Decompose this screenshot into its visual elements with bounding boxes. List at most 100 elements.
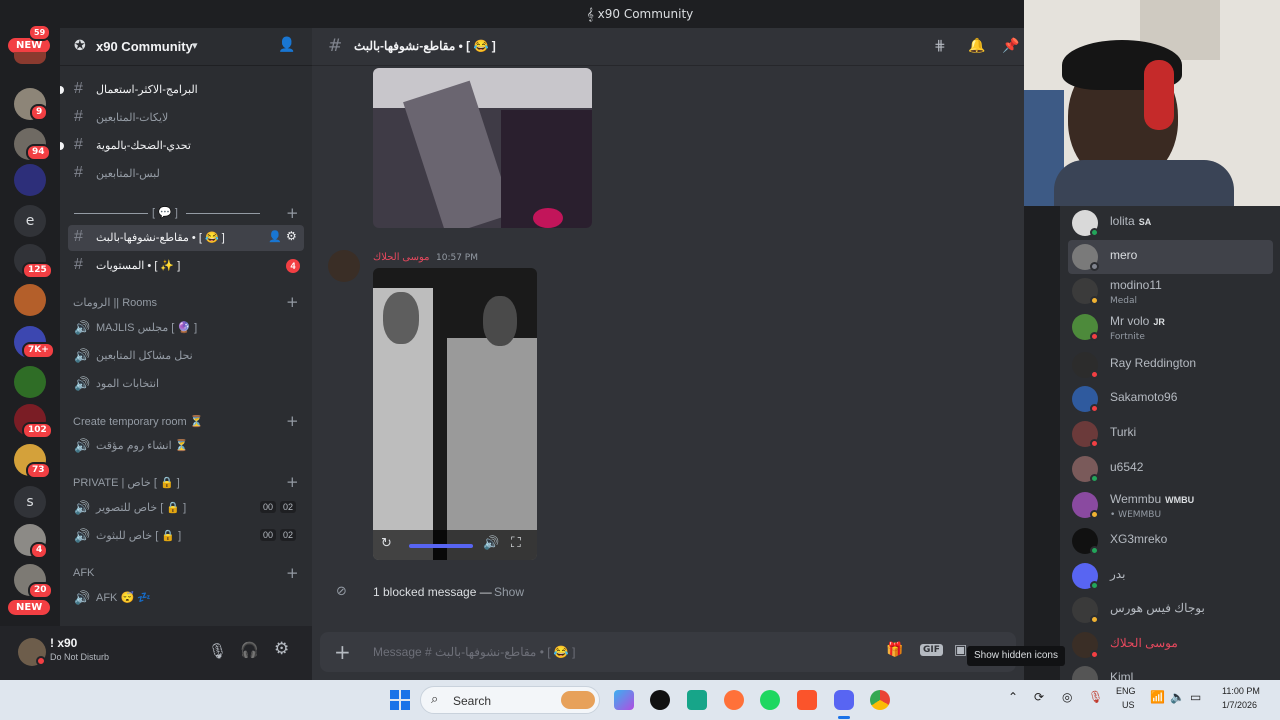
brave-icon[interactable]: [797, 690, 817, 710]
message-avatar[interactable]: [328, 250, 360, 282]
fullscreen-icon[interactable]: ⛶: [511, 535, 521, 551]
battery-icon[interactable]: ▭: [1190, 690, 1201, 704]
tray-icon[interactable]: ⟳: [1034, 690, 1044, 704]
discord-icon[interactable]: [834, 690, 854, 710]
member-item[interactable]: Wemmbu WMBU • WEMMBU: [1068, 488, 1273, 522]
voice-channel[interactable]: 🔊 AFK 😴 💤: [68, 585, 304, 611]
member-item[interactable]: mero: [1068, 240, 1273, 274]
server-icon[interactable]: [14, 284, 46, 316]
app-icon[interactable]: [687, 690, 707, 710]
gear-icon[interactable]: ⚙: [286, 229, 297, 243]
clock-time[interactable]: 11:00 PM: [1222, 686, 1260, 696]
invite-icon[interactable]: 👤: [268, 230, 282, 243]
windows-start-icon[interactable]: [390, 690, 410, 710]
channel-item[interactable]: # المستويات • [ ✨ ] 4: [68, 253, 304, 279]
user-limit: 02: [280, 529, 297, 541]
voice-channel[interactable]: 🔊 خاص للتصوير [ 🔒 ] 00 02: [68, 495, 304, 521]
gift-icon[interactable]: 🎁: [886, 642, 903, 658]
gif-icon[interactable]: GIF: [920, 644, 943, 656]
voice-channel[interactable]: 🔊 انتخابات المود: [68, 371, 304, 397]
microphone-icon[interactable]: 🎙: [1088, 690, 1103, 704]
channel-item[interactable]: # لبس-المتابعين: [68, 161, 304, 187]
server-icon[interactable]: [14, 366, 46, 398]
member-item[interactable]: بدر: [1068, 559, 1273, 593]
channel-label: خاص للبثوث [ 🔒 ]: [96, 530, 182, 542]
add-channel-icon[interactable]: +: [286, 473, 299, 491]
progress-bar[interactable]: [409, 544, 473, 548]
taskbar-search[interactable]: ⌕ Search: [420, 686, 600, 714]
guild-name: x90 Community: [96, 39, 193, 54]
member-item[interactable]: lolita SA: [1068, 206, 1273, 240]
threads-icon[interactable]: ⋕: [934, 38, 946, 54]
member-item[interactable]: Turki: [1068, 417, 1273, 451]
guild-header[interactable]: ✪ x90 Community ▾ 👤: [60, 28, 312, 66]
channel-item[interactable]: # تحدي-الضحك-بالموية: [68, 133, 304, 159]
microphone-icon[interactable]: 🎙: [208, 642, 227, 660]
pin-icon[interactable]: 📌: [1002, 38, 1019, 54]
add-channel-icon[interactable]: +: [286, 204, 299, 222]
server-icon[interactable]: [14, 52, 46, 64]
gear-icon[interactable]: ⚙: [274, 639, 289, 659]
member-item[interactable]: Sakamoto96: [1068, 382, 1273, 416]
voice-channel[interactable]: 🔊 نحل مشاكل المتابعين: [68, 343, 304, 369]
category-header[interactable]: الرومات || Rooms: [73, 296, 157, 309]
voice-channel[interactable]: 🔊 خاص للبثوث [ 🔒 ] 00 02: [68, 523, 304, 549]
message-author[interactable]: موسى الحلاك: [373, 252, 430, 263]
volume-icon[interactable]: 🔈: [1170, 690, 1185, 704]
channel-item[interactable]: # لايكات-المتابعين: [68, 105, 304, 131]
sticker-icon[interactable]: ▣: [954, 642, 967, 658]
voice-channel[interactable]: 🔊 MAJLIS مجلس [ 🔮 ]: [68, 315, 304, 341]
tray-icon[interactable]: ◎: [1062, 690, 1072, 704]
unread-badge: 94: [26, 144, 51, 161]
unread-badge: 73: [26, 462, 51, 479]
region-indicator[interactable]: US: [1122, 700, 1135, 710]
member-item[interactable]: موسى الحلاك: [1068, 628, 1273, 662]
member-name: Kiml: [1110, 670, 1134, 680]
clock-date[interactable]: 1/7/2026: [1222, 700, 1257, 710]
add-channel-icon[interactable]: +: [286, 564, 299, 582]
channel-item-active[interactable]: # مقاطع-نشوفها-بالبث • [ 😂 ] 👤 ⚙: [68, 225, 304, 251]
bell-icon[interactable]: 🔔: [968, 38, 985, 54]
member-item[interactable]: u6542: [1068, 452, 1273, 486]
channel-sidebar: ✪ x90 Community ▾ 👤 # البرامج-الاكثر-است…: [60, 28, 312, 626]
headphones-icon[interactable]: 🎧: [240, 641, 259, 659]
video-attachment[interactable]: ↻ 🔊 ⛶: [373, 268, 537, 560]
category-header[interactable]: PRIVATE | خاص [ 🔒 ]: [73, 476, 180, 489]
chrome-icon[interactable]: [870, 690, 890, 710]
divider: [186, 213, 260, 214]
spotify-icon[interactable]: [760, 690, 780, 710]
chevron-up-icon[interactable]: ⌃: [1008, 690, 1018, 704]
replay-icon[interactable]: ↻: [381, 536, 392, 551]
wifi-icon[interactable]: 📶: [1150, 690, 1165, 704]
server-icon[interactable]: e: [14, 205, 46, 237]
member-item[interactable]: modino11 Medal: [1068, 274, 1273, 308]
server-icon[interactable]: s: [14, 486, 46, 518]
channel-label: نحل مشاكل المتابعين: [96, 350, 193, 362]
volume-icon[interactable]: 🔊: [483, 536, 499, 551]
member-item[interactable]: بوجاك فيس هورس: [1068, 593, 1273, 627]
channel-item[interactable]: # البرامج-الاكثر-استعمال: [68, 77, 304, 103]
show-blocked-link[interactable]: Show: [494, 585, 524, 599]
message-input[interactable]: Message # مقاطع-نشوفها-بالبث • [ 😂 ]: [373, 645, 576, 659]
member-item[interactable]: Mr volo JR Fortnite: [1068, 310, 1273, 344]
voice-channel[interactable]: 🔊 انشاء روم مؤقت ⏳: [68, 433, 304, 459]
member-activity: • WEMMBU: [1110, 510, 1162, 520]
firefox-icon[interactable]: [724, 690, 744, 710]
server-icon[interactable]: [14, 164, 46, 196]
video-attachment[interactable]: [373, 68, 592, 228]
clan-tag: SA: [1138, 217, 1152, 227]
app-icon[interactable]: [650, 690, 670, 710]
member-item[interactable]: Ray Reddington: [1068, 348, 1273, 382]
add-channel-icon[interactable]: +: [286, 293, 299, 311]
category-header[interactable]: AFK: [73, 567, 94, 579]
add-channel-icon[interactable]: +: [286, 412, 299, 430]
unread-badge: 4: [30, 542, 49, 559]
member-item[interactable]: Kiml: [1068, 662, 1273, 680]
add-attachment-icon[interactable]: +: [334, 640, 351, 664]
member-item[interactable]: XG3mreko: [1068, 524, 1273, 558]
copilot-icon[interactable]: [614, 690, 634, 710]
add-member-icon[interactable]: 👤: [278, 37, 295, 53]
category-header[interactable]: [ 💬 ]: [152, 206, 178, 219]
category-header[interactable]: Create temporary room ⏳: [73, 415, 203, 428]
language-indicator[interactable]: ENG: [1116, 686, 1136, 696]
